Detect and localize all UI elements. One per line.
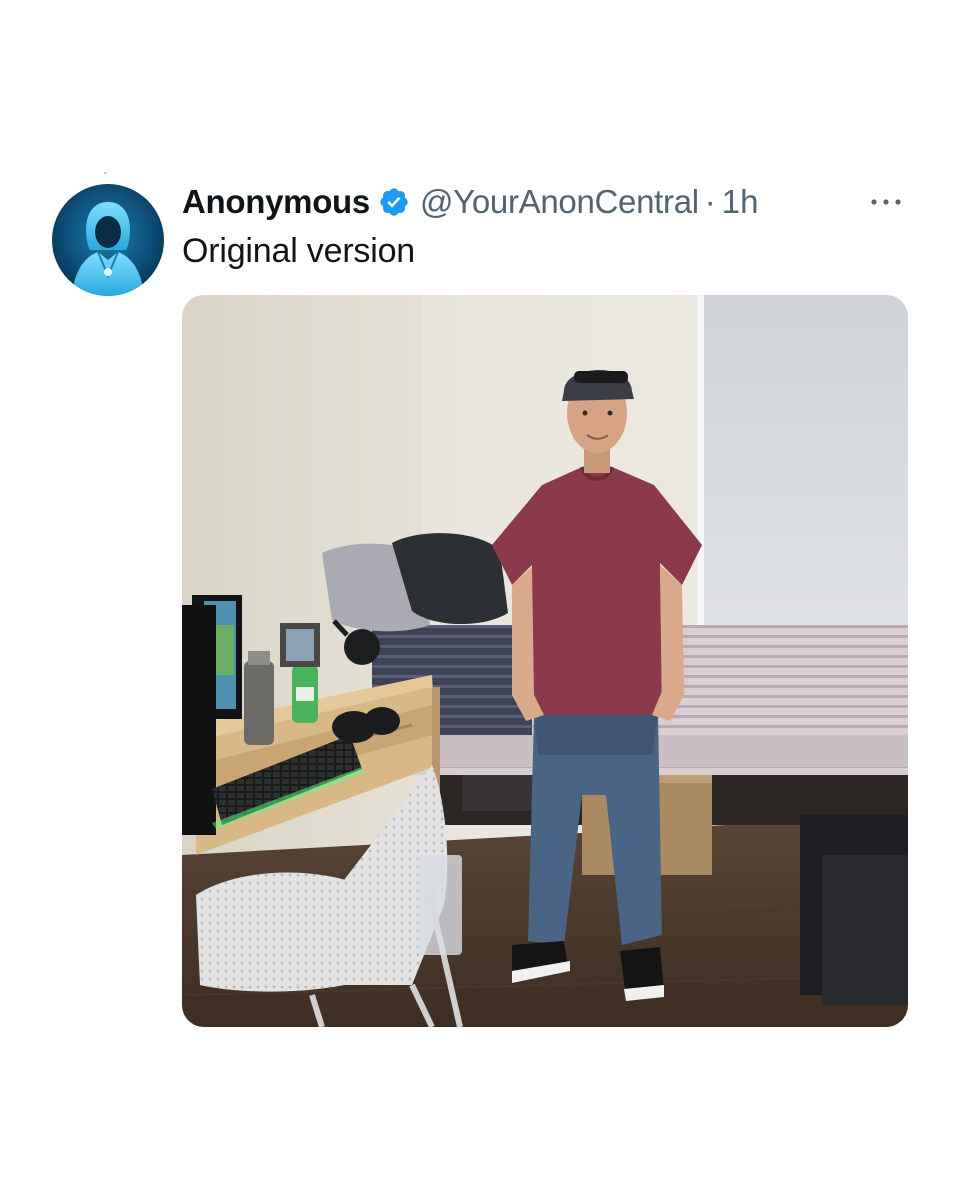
page: Anonymous @YourAnonCentral · 1h Original… [0, 0, 960, 1200]
more-options-icon [871, 199, 901, 205]
hooded-figure-icon [52, 184, 164, 296]
tweet-header: Anonymous @YourAnonCentral · 1h [182, 182, 759, 222]
tweet-photo[interactable] [182, 295, 908, 1027]
timestamp[interactable]: 1h [722, 183, 759, 221]
user-handle[interactable]: @YourAnonCentral [420, 183, 699, 221]
avatar[interactable] [52, 184, 164, 296]
separator-dot: · [704, 183, 716, 220]
verified-badge-icon [378, 186, 410, 218]
more-options-button[interactable] [868, 190, 904, 214]
stray-mark [104, 172, 107, 174]
display-name[interactable]: Anonymous [182, 183, 370, 221]
dorm-room-photo [182, 295, 908, 1027]
tweet-text: Original version [182, 232, 416, 270]
